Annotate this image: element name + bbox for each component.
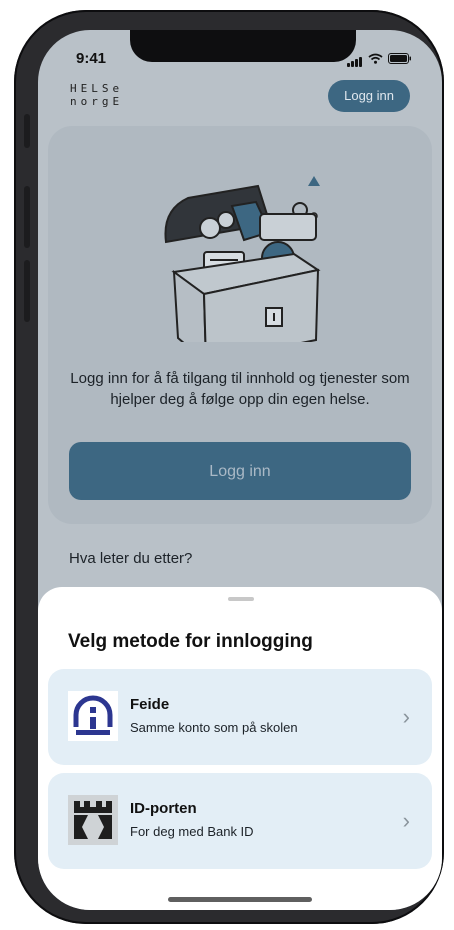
home-indicator[interactable] <box>168 897 312 902</box>
chevron-right-icon: › <box>402 704 410 729</box>
status-bar: 9:41 <box>38 30 442 80</box>
logo-line-2: norgE <box>70 95 124 108</box>
login-option-feide[interactable]: Feide Samme konto som på skolen › <box>48 669 432 765</box>
option-subtitle: For deg med Bank ID <box>130 824 254 839</box>
volume-up-button <box>24 186 30 248</box>
treasure-chest-illustration <box>164 176 321 342</box>
option-subtitle: Samme konto som på skolen <box>130 720 298 735</box>
sheet-title: Velg metode for innlogging <box>68 631 313 652</box>
feide-icon <box>68 691 118 741</box>
header-login-button[interactable]: Logg inn <box>328 80 410 112</box>
notch <box>130 30 356 62</box>
battery-icon <box>388 52 411 64</box>
login-option-id-porten[interactable]: ID-porten For deg med Bank ID › <box>48 773 432 869</box>
search-heading: Hva leter du etter? <box>69 550 193 567</box>
status-icons <box>347 49 412 67</box>
chevron-right-icon: › <box>402 808 410 833</box>
volume-down-button <box>24 260 30 322</box>
option-title: Feide <box>130 696 170 713</box>
login-card: Logg inn for å få tilgang til innhold og… <box>48 126 432 524</box>
signal-icon <box>347 49 363 67</box>
helsenorge-logo: HELSe norgE <box>70 82 123 108</box>
option-title: ID-porten <box>130 800 197 817</box>
sheet-drag-handle[interactable] <box>228 597 254 601</box>
login-method-sheet: Velg metode for innlogging Feide Samme k… <box>38 587 442 910</box>
login-info-text: Logg inn for å få tilgang til innhold og… <box>70 370 410 408</box>
logo-line-1: HELSe <box>70 82 124 95</box>
login-button[interactable]: Logg inn <box>69 442 411 500</box>
wifi-icon <box>368 53 383 64</box>
status-time: 9:41 <box>76 50 107 67</box>
screen: 9:41 HELSe norgE Logg inn Logg inn for å… <box>38 30 442 910</box>
id-porten-icon <box>68 795 118 845</box>
mute-switch <box>24 114 30 148</box>
